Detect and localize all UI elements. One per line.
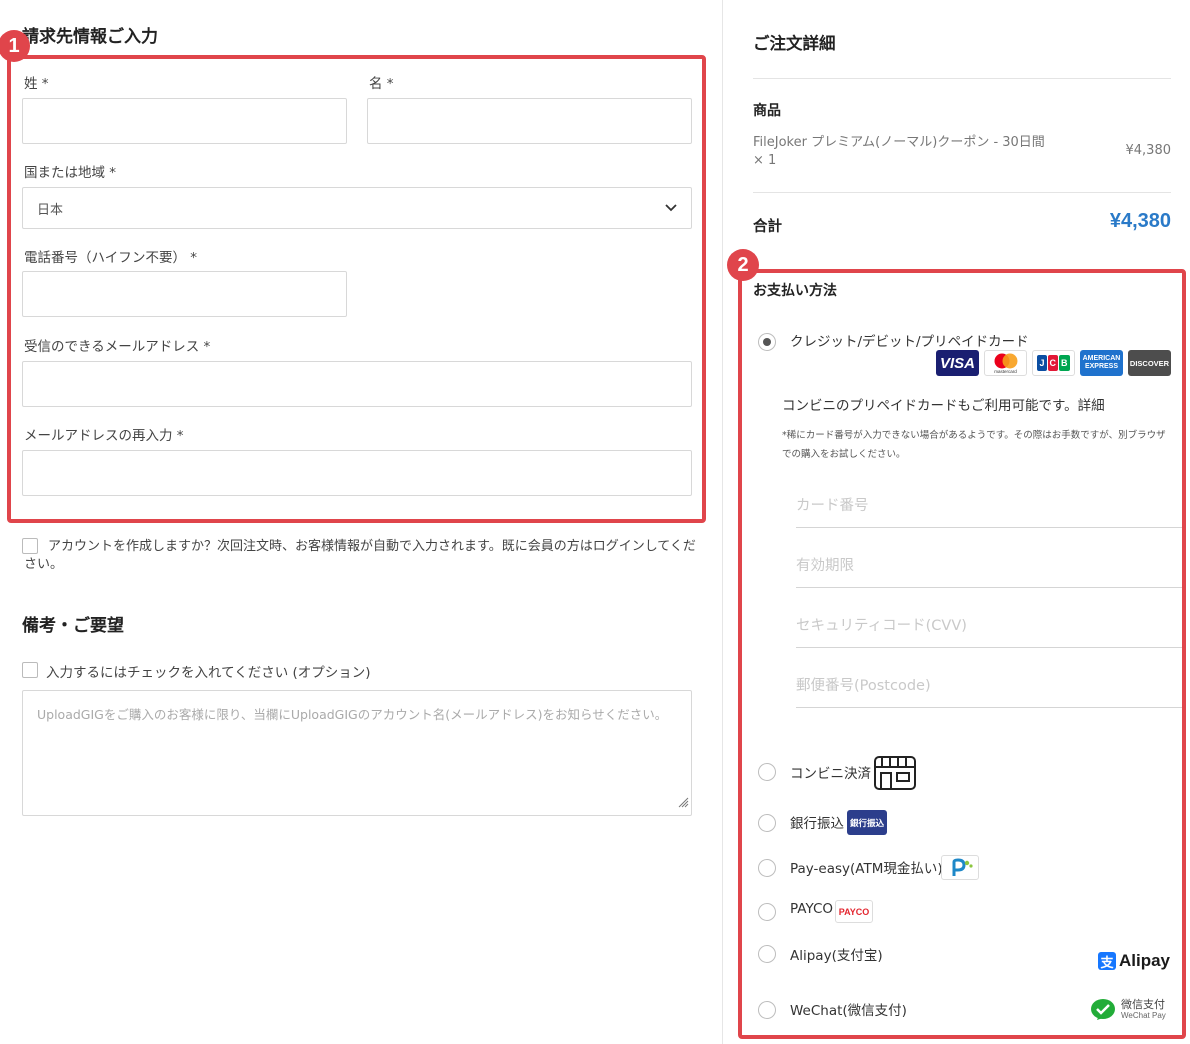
notes-placeholder: UploadGIGをご購入のお客様に限り、当欄にUploadGIGのアカウント名…	[37, 707, 668, 722]
small-note: *稀にカード番号が入力できない場合があるようです。その際はお手数ですが、別ブラウ…	[782, 430, 1166, 460]
order-title: ご注文詳細	[753, 34, 836, 53]
radio-card[interactable]	[758, 333, 776, 351]
wechat-label: WeChat(微信支付)	[790, 1003, 907, 1019]
create-account-text: アカウントを作成しますか？次回注文時、お客様情報が自動で入力されます。既に会員の…	[24, 539, 696, 572]
wechat-pay-logo-icon: 微信支付 WeChat Pay	[1090, 998, 1166, 1022]
billing-title: 請求先情報ご入力	[22, 27, 158, 47]
card-label: クレジット/デビット/プリペイドカード	[790, 334, 1029, 350]
first-name-label: 名 *	[369, 76, 394, 92]
radio-bank[interactable]	[758, 814, 776, 832]
phone-label: 電話番号（ハイフン不要） *	[24, 250, 198, 266]
jcb-logo-icon: J C B	[1032, 350, 1075, 376]
alipay-label: Alipay(支付宝)	[790, 948, 883, 964]
payeasy-label: Pay-easy(ATM現金払い)	[790, 861, 943, 877]
resize-handle-icon[interactable]	[677, 794, 689, 813]
prepaid-note[interactable]: コンビニのプリペイドカードもご利用可能です。詳細	[782, 394, 1105, 414]
email-input[interactable]	[22, 361, 692, 407]
notes-check-label: 入力するにはチェックを入れてください (オプション)	[46, 665, 371, 681]
notes-textarea[interactable]: UploadGIGをご購入のお客様に限り、当欄にUploadGIGのアカウント名…	[22, 690, 692, 816]
product-qty: × 1	[753, 153, 777, 168]
first-name-input[interactable]	[367, 98, 692, 144]
discover-logo-icon: DISCOVER	[1128, 350, 1171, 376]
notes-title: 備考・ご要望	[22, 616, 124, 636]
annotation-badge-2: 2	[727, 249, 759, 281]
email-confirm-input[interactable]	[22, 450, 692, 496]
payeasy-logo-icon	[941, 855, 979, 880]
mastercard-logo-icon: mastercard	[984, 350, 1027, 376]
notes-checkbox[interactable]	[22, 662, 38, 678]
country-label: 国または地域 *	[24, 165, 117, 181]
order-divider-top	[753, 78, 1171, 79]
radio-payeasy[interactable]	[758, 859, 776, 877]
column-divider	[722, 0, 723, 1044]
email-label: 受信のできるメールアドレス *	[24, 339, 211, 355]
visa-logo-icon: VISA	[936, 350, 979, 376]
payment-title: お支払い方法	[753, 283, 837, 299]
phone-input[interactable]	[22, 271, 347, 317]
last-name-label: 姓 *	[24, 76, 49, 92]
store-icon	[873, 755, 917, 795]
order-divider-mid	[753, 192, 1171, 193]
annotation-badge-1: 1	[0, 30, 30, 62]
email-confirm-label: メールアドレスの再入力 *	[24, 428, 184, 444]
total-label: 合計	[753, 219, 782, 235]
product-header: 商品	[753, 103, 781, 119]
cvv-field[interactable]: セキュリティコード(CVV)	[796, 608, 1182, 648]
konbini-label: コンビニ決済	[790, 766, 871, 782]
postcode-field[interactable]: 郵便番号(Postcode)	[796, 668, 1182, 708]
bank-label: 銀行振込	[790, 816, 844, 832]
radio-konbini[interactable]	[758, 763, 776, 781]
expiry-field[interactable]: 有効期限	[796, 548, 1182, 588]
product-name: FileJoker プレミアム(ノーマル)クーポン - 30日間 × 1	[753, 135, 1045, 168]
country-value: 日本	[37, 202, 64, 218]
chevron-down-icon	[665, 201, 677, 216]
highlight-box-2	[738, 269, 1186, 1039]
radio-wechat[interactable]	[758, 1001, 776, 1019]
card-number-field[interactable]: カード番号	[796, 488, 1182, 528]
payco-label: PAYCO	[790, 901, 834, 917]
radio-alipay[interactable]	[758, 945, 776, 963]
last-name-input[interactable]	[22, 98, 347, 144]
payco-logo-icon: PAYCO	[835, 900, 873, 923]
amex-logo-icon: AMERICAN EXPRESS	[1080, 350, 1123, 376]
bank-logo-icon: 銀行振込	[847, 810, 887, 835]
radio-payco[interactable]	[758, 903, 776, 921]
country-select[interactable]: 日本	[22, 187, 692, 229]
total-value: ¥4,380	[1109, 210, 1171, 232]
product-price: ¥4,380	[1125, 143, 1172, 158]
alipay-logo-icon: 支 Alipay	[1098, 951, 1170, 971]
